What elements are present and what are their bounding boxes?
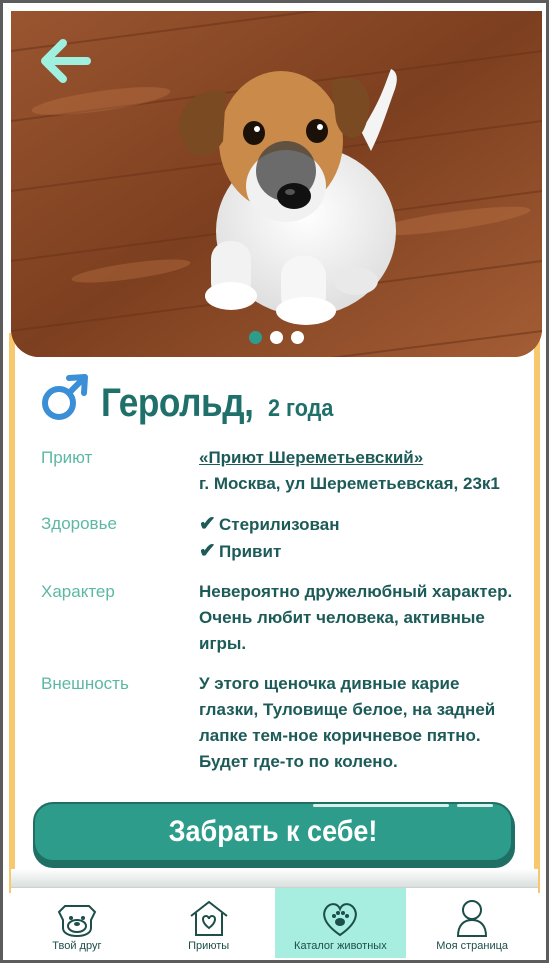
- shelter-link[interactable]: «Приют Шереметьевский»: [199, 448, 423, 467]
- pet-photo[interactable]: [11, 11, 542, 357]
- appearance-label: Внешность: [41, 674, 129, 693]
- app-frame: Герольд, 2 года Приют «Приют Шереметьевс…: [0, 0, 549, 963]
- shelter-label: Приют: [41, 448, 93, 467]
- adopt-button-label: Забрать к себе!: [168, 815, 378, 848]
- health-item: Привит: [219, 542, 282, 561]
- tab-label: Каталог животных: [294, 940, 387, 952]
- right-accent-stripe: [534, 333, 540, 893]
- bottom-tab-bar: Твой друг Приюты Каталог животных Моя ст…: [11, 887, 538, 958]
- health-label: Здоровье: [41, 514, 117, 533]
- tab-label: Моя страница: [436, 940, 509, 952]
- button-highlight: [457, 804, 493, 807]
- carousel-dot-2[interactable]: [270, 331, 283, 344]
- tab-label: Приюты: [188, 940, 230, 952]
- shelter-value: «Приют Шереметьевский» г. Москва, ул Шер…: [199, 445, 521, 497]
- checkmark-icon: ✔: [199, 540, 216, 562]
- carousel-indicator: [11, 331, 542, 344]
- button-highlight: [313, 804, 449, 807]
- pet-details: Приют «Приют Шереметьевский» г. Москва, …: [41, 445, 521, 789]
- character-row: Характер Невероятно дружелюбный характер…: [41, 579, 521, 657]
- carousel-dot-1[interactable]: [249, 331, 262, 344]
- user-icon: [457, 900, 488, 937]
- checkmark-icon: ✔: [199, 513, 216, 535]
- pet-age: 2 года: [268, 395, 334, 422]
- appearance-value: У этого щеночка дивные карие глазки, Тул…: [199, 674, 496, 771]
- pet-title: Герольд, 2 года: [39, 373, 341, 423]
- adopt-button-wrap: Забрать к себе!: [33, 802, 515, 868]
- tab-my-page[interactable]: Моя страница: [406, 888, 538, 958]
- back-arrow-icon[interactable]: [39, 39, 91, 83]
- health-value: ✔ Стерилизован ✔ Привит: [199, 511, 521, 565]
- pet-name: Герольд,: [101, 381, 254, 425]
- house-heart-icon: [190, 900, 228, 936]
- shelter-address: г. Москва, ул Шереметьевская, 23к1: [199, 474, 500, 493]
- character-label: Характер: [41, 582, 115, 601]
- heart-paw-icon: [323, 903, 358, 937]
- left-accent-stripe: [9, 333, 15, 893]
- character-value: Невероятно дружелюбный характер. Очень л…: [199, 582, 513, 653]
- tab-animal-catalog[interactable]: Каталог животных: [274, 888, 407, 958]
- male-icon: [42, 374, 88, 420]
- appearance-row: Внешность У этого щеночка дивные карие г…: [41, 671, 521, 775]
- tab-shelters[interactable]: Приюты: [143, 888, 275, 958]
- shelter-row: Приют «Приют Шереметьевский» г. Москва, …: [41, 445, 521, 497]
- carousel-dot-3[interactable]: [291, 331, 304, 344]
- tab-your-friend[interactable]: Твой друг: [11, 888, 143, 958]
- health-item: Стерилизован: [219, 515, 340, 534]
- adopt-button[interactable]: Забрать к себе!: [33, 802, 513, 862]
- dog-face-icon: [57, 905, 97, 938]
- health-row: Здоровье ✔ Стерилизован ✔ Привит: [41, 511, 521, 565]
- tab-label: Твой друг: [52, 940, 102, 952]
